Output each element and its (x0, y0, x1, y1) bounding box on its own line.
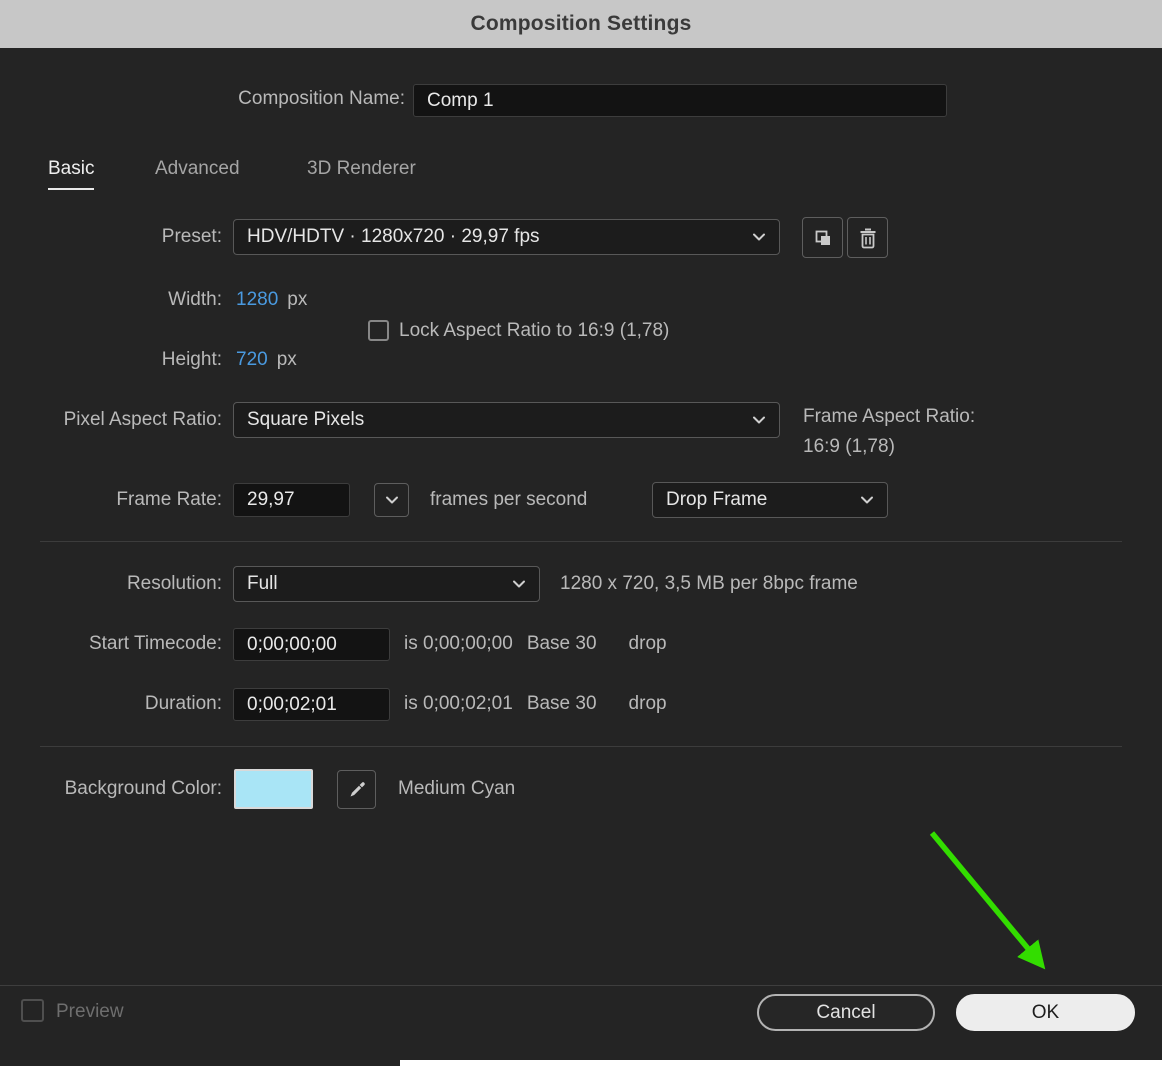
composition-name-input[interactable] (413, 84, 947, 117)
width-value-row: 1280 px (236, 289, 307, 311)
chevron-down-icon (384, 492, 400, 508)
pixel-aspect-ratio-label: Pixel Aspect Ratio: (63, 409, 222, 430)
trash-icon (858, 227, 878, 249)
duration-drop: drop (628, 693, 667, 714)
preset-value: HDV/HDTV · 1280x720 · 29,97 fps (247, 226, 540, 247)
width-value[interactable]: 1280 (236, 289, 278, 311)
frame-rate-unit: frames per second (430, 489, 588, 510)
composition-name-label: Composition Name: (238, 88, 405, 109)
start-timecode-converted: is 0;00;00;00 (404, 633, 513, 654)
width-label: Width: (168, 289, 222, 310)
preset-select[interactable]: HDV/HDTV · 1280x720 · 29,97 fps (233, 219, 780, 255)
height-unit: px (276, 349, 297, 370)
duration-label: Duration: (144, 693, 222, 714)
frame-rate-label: Frame Rate: (116, 489, 222, 510)
ok-button[interactable]: OK (956, 994, 1135, 1031)
resolution-label: Resolution: (126, 573, 222, 594)
dialog-titlebar: Composition Settings (0, 0, 1162, 48)
chevron-down-icon (859, 492, 875, 508)
save-preset-icon (813, 228, 833, 248)
duration-info: is 0;00;02;01 Base 30 drop (404, 693, 667, 715)
duration-input[interactable] (233, 688, 390, 721)
frame-rate-dropdown-button[interactable] (374, 483, 409, 517)
frame-aspect-ratio-value: 16:9 (1,78) (803, 436, 895, 457)
duration-base: Base 30 (526, 693, 597, 714)
resolution-info: 1280 x 720, 3,5 MB per 8bpc frame (560, 573, 858, 594)
start-timecode-label: Start Timecode: (88, 633, 222, 654)
ok-button-label: OK (1031, 1001, 1060, 1023)
chevron-down-icon (751, 229, 767, 245)
frame-rate-input[interactable] (233, 483, 350, 517)
cancel-button[interactable]: Cancel (757, 994, 935, 1031)
cancel-button-label: Cancel (816, 1001, 876, 1023)
eyedropper-icon (347, 780, 367, 800)
section-divider (40, 541, 1122, 542)
eyedropper-button[interactable] (337, 770, 376, 809)
height-value[interactable]: 720 (236, 349, 268, 371)
drop-frame-value: Drop Frame (666, 489, 768, 510)
lock-aspect-label: Lock Aspect Ratio to 16:9 (1,78) (399, 320, 670, 341)
chevron-down-icon (751, 412, 767, 428)
preview-checkbox[interactable] (21, 999, 44, 1022)
height-label: Height: (161, 349, 222, 370)
drop-frame-select[interactable]: Drop Frame (652, 482, 888, 518)
height-value-row: 720 px (236, 349, 297, 371)
frame-aspect-ratio-label: Frame Aspect Ratio: (803, 406, 976, 427)
background-color-name: Medium Cyan (398, 778, 516, 799)
pixel-aspect-ratio-value: Square Pixels (247, 409, 365, 430)
composition-settings-dialog: Composition Settings Composition Name: B… (0, 0, 1162, 1066)
tab-advanced[interactable]: Advanced (155, 158, 240, 188)
background-color-swatch[interactable] (234, 769, 313, 809)
annotation-arrow (929, 831, 1046, 970)
lock-aspect-checkbox[interactable] (368, 320, 389, 341)
width-unit: px (287, 289, 308, 310)
start-timecode-base: Base 30 (526, 633, 597, 654)
section-divider (40, 746, 1122, 747)
screen-edge (400, 1060, 1162, 1066)
save-preset-button[interactable] (802, 217, 843, 258)
dialog-title: Composition Settings (470, 12, 692, 35)
start-timecode-input[interactable] (233, 628, 390, 661)
resolution-value: Full (247, 573, 278, 594)
preview-label: Preview (56, 1001, 124, 1022)
duration-converted: is 0;00;02;01 (404, 693, 513, 714)
tab-3d-renderer[interactable]: 3D Renderer (307, 158, 416, 188)
footer-divider (0, 985, 1162, 986)
delete-preset-button[interactable] (847, 217, 888, 258)
start-timecode-drop: drop (628, 633, 667, 654)
start-timecode-info: is 0;00;00;00 Base 30 drop (404, 633, 667, 655)
background-color-label: Background Color: (64, 778, 222, 799)
pixel-aspect-ratio-select[interactable]: Square Pixels (233, 402, 780, 438)
preset-label: Preset: (161, 226, 222, 247)
resolution-select[interactable]: Full (233, 566, 540, 602)
chevron-down-icon (511, 576, 527, 592)
arrow-line (929, 831, 1046, 970)
tab-basic[interactable]: Basic (48, 158, 95, 190)
